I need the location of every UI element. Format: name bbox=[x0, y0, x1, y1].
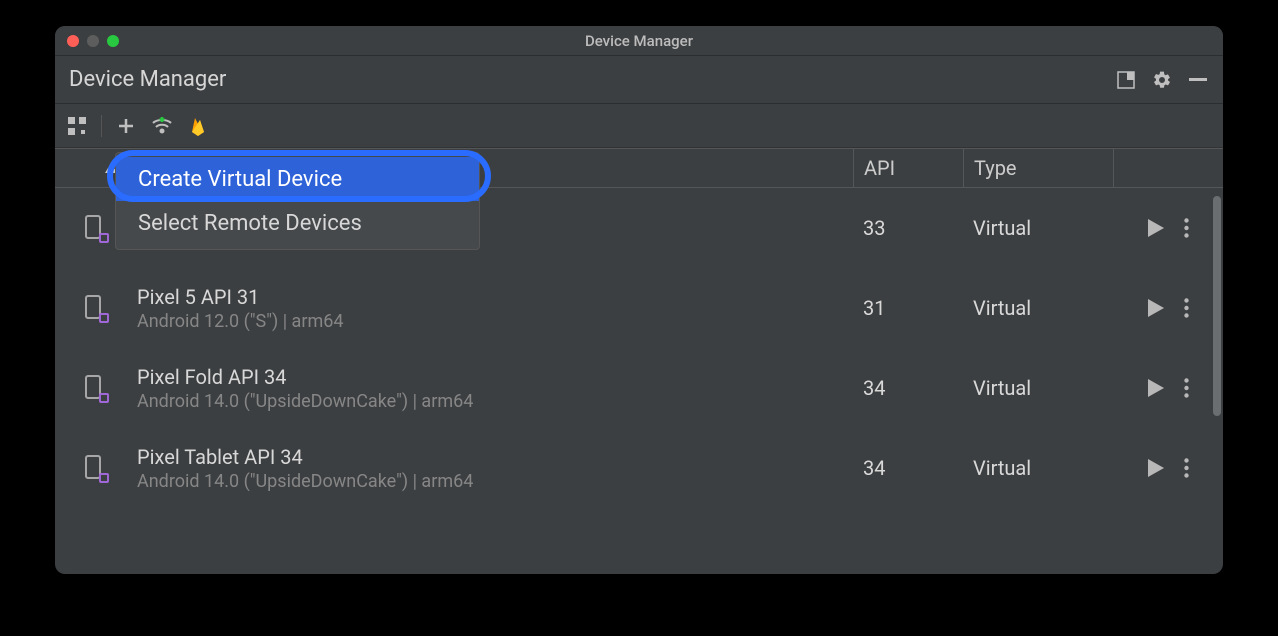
toolbar bbox=[55, 104, 1223, 148]
close-window-button[interactable] bbox=[67, 35, 79, 47]
device-subtitle: Android 12.0 ("S") | arm64 bbox=[137, 311, 853, 332]
header-actions bbox=[1115, 69, 1209, 91]
wifi-pair-icon[interactable] bbox=[150, 114, 174, 138]
device-icon-cell bbox=[55, 375, 137, 401]
device-row[interactable]: Pixel Fold API 34 Android 14.0 ("UpsideD… bbox=[55, 348, 1223, 428]
device-type: Virtual bbox=[963, 456, 1113, 480]
window-title: Device Manager bbox=[55, 32, 1223, 50]
dropdown-item-select-remote-devices[interactable]: Select Remote Devices bbox=[116, 201, 479, 245]
device-type: Virtual bbox=[963, 216, 1113, 240]
firebase-icon[interactable] bbox=[186, 114, 210, 138]
column-header-api[interactable]: API bbox=[853, 149, 963, 187]
device-api: 33 bbox=[853, 216, 963, 240]
device-categories-icon[interactable] bbox=[65, 114, 89, 138]
panel-title: Device Manager bbox=[69, 67, 1115, 92]
device-manager-window: Device Manager Device Manager bbox=[55, 26, 1223, 574]
virtual-device-icon bbox=[85, 455, 107, 481]
device-subtitle: Android 14.0 ("UpsideDownCake") | arm64 bbox=[137, 471, 853, 492]
hide-panel-icon[interactable] bbox=[1187, 69, 1209, 91]
gear-icon[interactable] bbox=[1151, 69, 1173, 91]
device-name: Pixel 5 API 31 bbox=[137, 285, 853, 309]
device-api: 34 bbox=[853, 456, 963, 480]
virtual-device-icon bbox=[85, 375, 107, 401]
play-icon[interactable] bbox=[1148, 299, 1164, 317]
more-icon[interactable] bbox=[1184, 458, 1189, 478]
device-api: 31 bbox=[853, 296, 963, 320]
dropdown-item-create-virtual-device[interactable]: Create Virtual Device bbox=[116, 157, 479, 201]
panel-header: Device Manager bbox=[55, 56, 1223, 104]
column-header-actions bbox=[1113, 149, 1223, 187]
window-mode-icon[interactable] bbox=[1115, 69, 1137, 91]
minimize-window-button[interactable] bbox=[87, 35, 99, 47]
column-header-type[interactable]: Type bbox=[963, 149, 1113, 187]
scrollbar-thumb[interactable] bbox=[1213, 196, 1221, 416]
traffic-lights bbox=[67, 35, 119, 47]
add-device-icon[interactable] bbox=[114, 114, 138, 138]
device-info: Pixel Tablet API 34 Android 14.0 ("Upsid… bbox=[137, 445, 853, 492]
device-subtitle: Android 14.0 ("UpsideDownCake") | arm64 bbox=[137, 391, 853, 412]
device-row[interactable]: Pixel 5 API 31 Android 12.0 ("S") | arm6… bbox=[55, 268, 1223, 348]
device-name: Pixel Tablet API 34 bbox=[137, 445, 853, 469]
add-device-dropdown: Create Virtual Device Select Remote Devi… bbox=[115, 152, 480, 250]
device-actions bbox=[1113, 298, 1223, 318]
device-info: Pixel Fold API 34 Android 14.0 ("UpsideD… bbox=[137, 365, 853, 412]
toolbar-separator bbox=[101, 115, 102, 137]
more-icon[interactable] bbox=[1184, 218, 1189, 238]
play-icon[interactable] bbox=[1148, 459, 1164, 477]
device-api: 34 bbox=[853, 376, 963, 400]
device-info: Pixel 5 API 31 Android 12.0 ("S") | arm6… bbox=[137, 285, 853, 332]
maximize-window-button[interactable] bbox=[107, 35, 119, 47]
device-type: Virtual bbox=[963, 376, 1113, 400]
play-icon[interactable] bbox=[1148, 219, 1164, 237]
play-icon[interactable] bbox=[1148, 379, 1164, 397]
device-type: Virtual bbox=[963, 296, 1113, 320]
device-actions bbox=[1113, 378, 1223, 398]
titlebar: Device Manager bbox=[55, 26, 1223, 56]
device-actions bbox=[1113, 218, 1223, 238]
device-icon-cell bbox=[55, 295, 137, 321]
device-icon-cell bbox=[55, 455, 137, 481]
more-icon[interactable] bbox=[1184, 378, 1189, 398]
more-icon[interactable] bbox=[1184, 298, 1189, 318]
device-row[interactable]: Pixel Tablet API 34 Android 14.0 ("Upsid… bbox=[55, 428, 1223, 508]
virtual-device-icon bbox=[85, 295, 107, 321]
device-actions bbox=[1113, 458, 1223, 478]
device-name: Pixel Fold API 34 bbox=[137, 365, 853, 389]
virtual-device-icon bbox=[85, 215, 107, 241]
